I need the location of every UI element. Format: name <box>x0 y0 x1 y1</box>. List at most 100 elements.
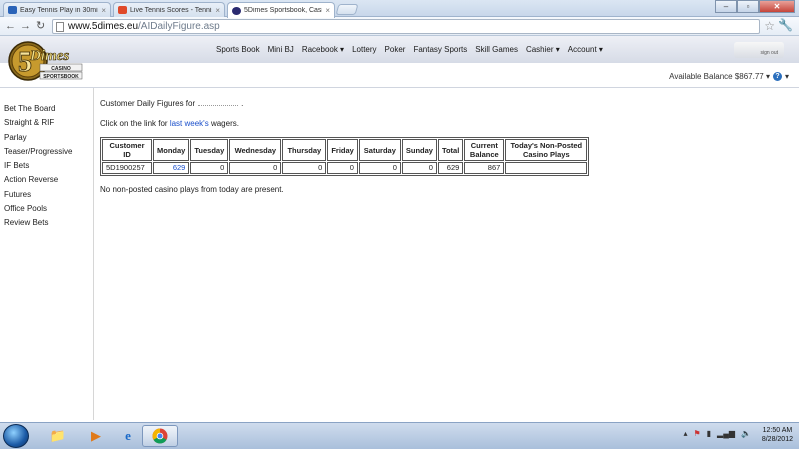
table-row: 5D1900257 629 0 0 0 0 0 0 629 867 <box>102 162 588 174</box>
nav-fantasy-sports[interactable]: Fantasy Sports <box>413 45 467 54</box>
user-box[interactable]: sign out <box>734 42 784 58</box>
sidebar-item-action-reverse[interactable]: Action Reverse <box>0 173 93 187</box>
cell-total: 629 <box>437 162 464 174</box>
tab-close-icon[interactable]: × <box>101 6 106 15</box>
cell-saturday: 0 <box>358 162 401 174</box>
cell-customer-id: 5D1900257 <box>102 162 152 174</box>
cell-friday: 0 <box>327 162 358 174</box>
col-saturday: Saturday <box>358 139 401 161</box>
tray-flag-icon[interactable]: ⚑ <box>693 429 700 438</box>
sidebar-item-teaser-progressive[interactable]: Teaser/Progressive <box>0 145 93 159</box>
taskbar-clock[interactable]: 12:50 AM 8/28/2012 <box>762 426 793 444</box>
tray-arrow-icon[interactable]: ▴ <box>683 429 687 438</box>
masked-customer-name <box>198 99 239 106</box>
cell-monday-link[interactable]: 629 <box>153 162 190 174</box>
tab-live-tennis[interactable]: Live Tennis Scores - Tennis × <box>113 2 225 17</box>
nav-racebook[interactable]: Racebook ▾ <box>302 45 344 54</box>
cell-casino-plays <box>505 162 588 174</box>
internet-explorer-icon[interactable]: e <box>110 425 146 447</box>
bookmark-star-icon[interactable]: ☆ <box>764 19 775 33</box>
sidebar-item-futures[interactable]: Futures <box>0 188 93 202</box>
new-tab-button[interactable] <box>335 4 359 15</box>
media-player-icon[interactable]: ▶ <box>78 425 114 447</box>
system-tray: ▴ ⚑ ▮ ▂▄▆ 🔈 <box>683 429 751 438</box>
explorer-icon[interactable]: 📁 <box>40 425 76 447</box>
tab-close-icon[interactable]: × <box>325 6 330 15</box>
window-controls: – ▫ ✕ <box>715 0 795 13</box>
address-bar[interactable]: www.5dimes.eu/AIDailyFigure.asp <box>52 19 760 34</box>
sign-out-label: sign out <box>760 50 778 56</box>
minimize-button[interactable]: – <box>715 0 737 13</box>
sidebar-item-straight-rif[interactable]: Straight & RIF <box>0 116 93 130</box>
logo-casino: CASINO <box>51 66 71 72</box>
sidebar-item-if-bets[interactable]: IF Bets <box>0 159 93 173</box>
table-header-row: Customer ID Monday Tuesday Wednesday Thu… <box>102 139 588 161</box>
start-button[interactable] <box>3 424 29 448</box>
tab-title: Easy Tennis Play in 30min <box>20 6 99 14</box>
nav-poker[interactable]: Poker <box>385 45 406 54</box>
nav-skill-games[interactable]: Skill Games <box>475 45 518 54</box>
cell-current-balance: 867 <box>464 162 505 174</box>
intro-suffix: . <box>241 99 244 108</box>
tray-volume-icon[interactable]: 🔈 <box>741 429 751 438</box>
cell-sunday: 0 <box>401 162 437 174</box>
sidebar-item-review-bets[interactable]: Review Bets <box>0 216 93 230</box>
available-balance[interactable]: Available Balance $867.77 ▾ ? ▾ <box>669 72 789 81</box>
url-domain: www.5dimes.eu <box>68 21 139 32</box>
chrome-icon <box>152 428 168 444</box>
reload-icon[interactable]: ↻ <box>36 20 45 33</box>
click-suffix: wagers. <box>210 119 239 128</box>
help-dropdown-icon[interactable]: ▾ <box>785 72 789 81</box>
5dimes-logo[interactable]: 5 Dimes CASINO SPORTSBOOK <box>6 40 86 86</box>
col-wednesday: Wednesday <box>229 139 282 161</box>
col-friday: Friday <box>327 139 358 161</box>
nav-cashier[interactable]: Cashier ▾ <box>526 45 560 54</box>
sidebar: Bet The Board Straight & RIF Parlay Teas… <box>0 90 93 420</box>
tab-favicon-icon <box>8 6 17 14</box>
tray-device-icon[interactable]: ▮ <box>707 429 711 438</box>
sidebar-item-parlay[interactable]: Parlay <box>0 131 93 145</box>
tray-network-icon[interactable]: ▂▄▆ <box>717 429 735 438</box>
tab-title: 5Dimes Sportsbook, Casin <box>244 7 323 14</box>
sidebar-item-office-pools[interactable]: Office Pools <box>0 202 93 216</box>
col-sunday: Sunday <box>401 139 437 161</box>
browser-tabstrip: Easy Tennis Play in 30min × Live Tennis … <box>0 0 799 18</box>
page-icon <box>56 21 64 32</box>
last-week-line: Click on the link for last week's wagers… <box>100 119 790 128</box>
col-monday: Monday <box>153 139 190 161</box>
nav-lottery[interactable]: Lottery <box>352 45 376 54</box>
nav-mini-bj[interactable]: Mini BJ <box>268 45 294 54</box>
tab-favicon-icon <box>232 6 241 15</box>
wrench-menu-icon[interactable]: 🔧 <box>778 18 793 32</box>
sidebar-item-bet-the-board[interactable]: Bet The Board <box>0 102 93 116</box>
chrome-taskbar-button[interactable] <box>142 425 178 447</box>
close-window-button[interactable]: ✕ <box>759 0 795 13</box>
clock-date: 8/28/2012 <box>761 436 793 443</box>
nav-account[interactable]: Account ▾ <box>568 45 603 54</box>
last-week-link[interactable]: last week's <box>170 119 209 128</box>
browser-toolbar: ← → ↻ www.5dimes.eu/AIDailyFigure.asp ☆ … <box>0 17 799 36</box>
tab-close-icon[interactable]: × <box>215 6 220 15</box>
no-plays-message: No non-posted casino plays from today ar… <box>100 185 284 194</box>
col-customer-id: Customer ID <box>102 139 152 161</box>
url-path: /AIDailyFigure.asp <box>138 21 220 32</box>
top-nav: Sports Book Mini BJ Racebook ▾ Lottery P… <box>216 45 603 54</box>
taskbar: 📁 ▶ e ▴ ⚑ ▮ ▂▄▆ 🔈 12:50 AM 8/28/2012 <box>0 422 799 449</box>
forward-arrow-icon[interactable]: → <box>20 20 31 33</box>
daily-figures-table: Customer ID Monday Tuesday Wednesday Thu… <box>100 137 590 176</box>
click-prefix: Click on the link for <box>100 119 168 128</box>
help-icon[interactable]: ? <box>772 72 782 81</box>
col-thursday: Thursday <box>282 139 327 161</box>
tab-easy-tennis[interactable]: Easy Tennis Play in 30min × <box>3 2 111 17</box>
maximize-button[interactable]: ▫ <box>737 0 759 13</box>
sidebar-divider <box>93 88 94 420</box>
nav-sports-book[interactable]: Sports Book <box>216 45 260 54</box>
tab-5dimes[interactable]: 5Dimes Sportsbook, Casin × <box>227 2 335 18</box>
col-tuesday: Tuesday <box>190 139 229 161</box>
tab-favicon-icon <box>118 6 127 14</box>
col-casino-plays: Today's Non-Posted Casino Plays <box>505 139 588 161</box>
col-total: Total <box>437 139 464 161</box>
logo-sportsbook: SPORTSBOOK <box>43 74 79 80</box>
back-arrow-icon[interactable]: ← <box>5 20 16 33</box>
clock-time: 12:50 AM <box>762 427 793 434</box>
